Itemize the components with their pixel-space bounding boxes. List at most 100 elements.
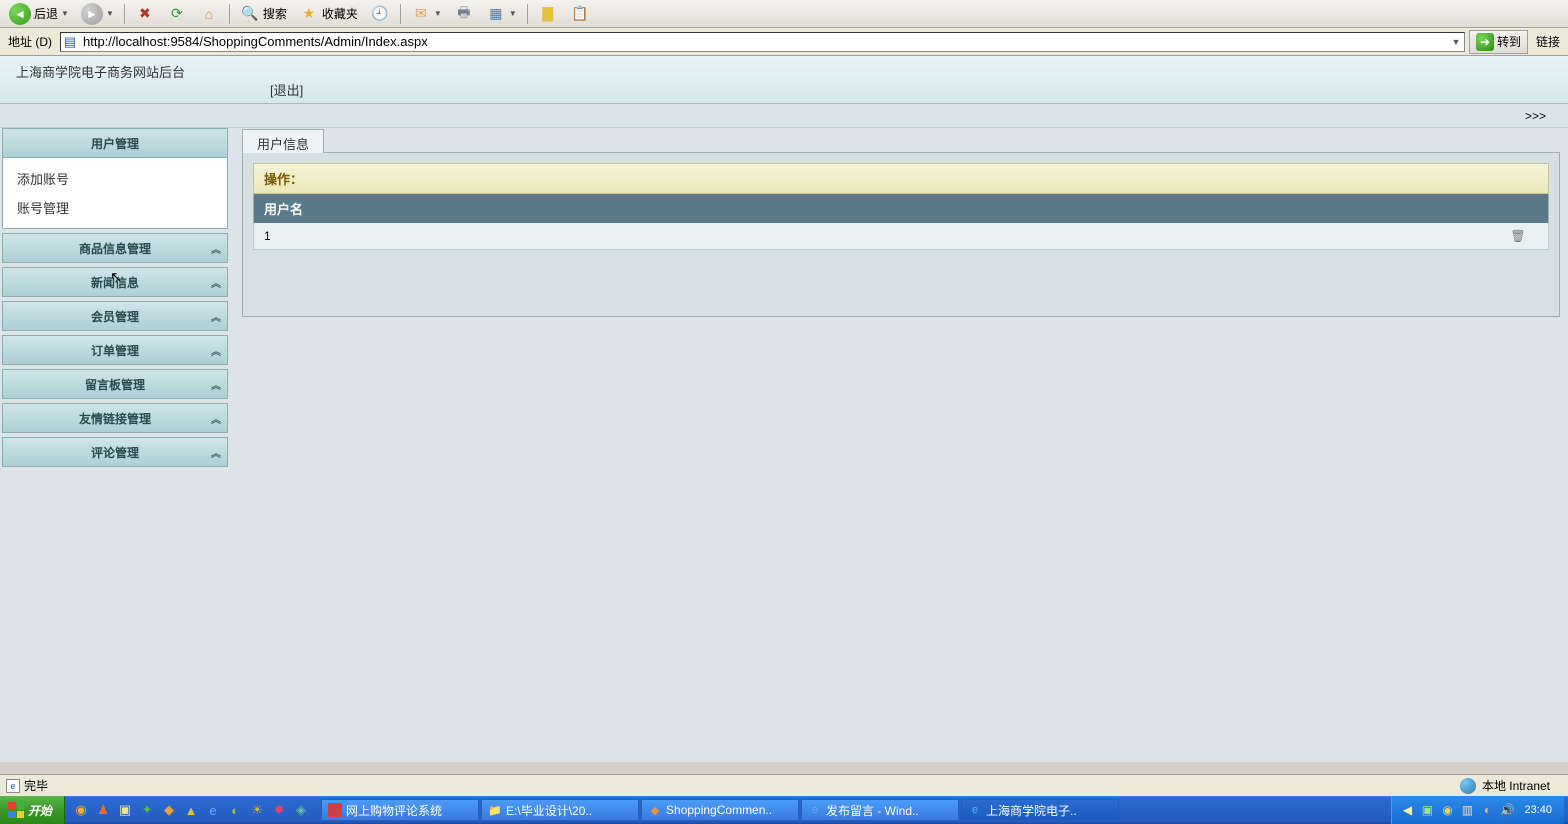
sidebar-section-news[interactable]: 新闻信息 ︽ xyxy=(2,267,228,297)
stop-button[interactable]: ✖ xyxy=(130,2,160,26)
section-title: 商品信息管理 xyxy=(79,240,151,257)
stop-icon: ✖ xyxy=(135,4,155,24)
start-label: 开始 xyxy=(28,802,52,819)
logout-link[interactable]: [退出] xyxy=(270,80,303,99)
back-button[interactable]: ◄ 后退 ▼ xyxy=(4,1,74,27)
task-label: E:\毕业设计\20.. xyxy=(506,802,592,819)
sidebar-section-product-mgmt[interactable]: 商品信息管理 ︽ xyxy=(2,233,228,263)
task-item[interactable]: e发布留言 - Wind.. xyxy=(801,799,959,821)
breadcrumb-bar: >>> xyxy=(0,104,1568,128)
section-title: 会员管理 xyxy=(91,308,139,325)
go-label: 转到 xyxy=(1497,33,1521,50)
address-label: 地址 (D) xyxy=(4,33,56,50)
page-icon: e xyxy=(6,779,20,793)
separator xyxy=(229,4,230,24)
ql-icon-9[interactable]: ☀ xyxy=(249,802,265,818)
tray-icon[interactable]: ◉ xyxy=(1440,803,1454,817)
research-button[interactable]: 📋 xyxy=(565,2,595,26)
sidebar: 用户管理 添加账号 账号管理 商品信息管理 ︽ 新闻信息 ︽ 会员管理 ︽ 订单… xyxy=(0,128,230,762)
section-title: 评论管理 xyxy=(91,444,139,461)
start-button[interactable]: 开始 xyxy=(0,796,65,824)
sidebar-section-member-mgmt[interactable]: 会员管理 ︽ xyxy=(2,301,228,331)
history-button[interactable]: 🕘 xyxy=(365,2,395,26)
task-item[interactable]: 网上购物评论系统 xyxy=(321,799,479,821)
sidebar-section-user-mgmt[interactable]: 用户管理 xyxy=(2,128,228,158)
search-button[interactable]: 🔍 搜索 xyxy=(235,2,292,26)
ql-icon-7[interactable]: e xyxy=(205,802,221,818)
edit-button[interactable]: ▦▼ xyxy=(481,2,522,26)
refresh-icon: ⟳ xyxy=(167,4,187,24)
go-button[interactable]: ➔ 转到 xyxy=(1469,30,1528,54)
ql-icon-8[interactable]: ◐ xyxy=(227,802,243,818)
home-icon: ⌂ xyxy=(199,4,219,24)
sidebar-section-guestbook-mgmt[interactable]: 留言板管理 ︽ xyxy=(2,369,228,399)
menu-item-add-account[interactable]: 添加账号 xyxy=(13,164,217,193)
tray-icon[interactable]: ◐ xyxy=(1480,803,1494,817)
data-grid: 1 🗑 xyxy=(253,223,1549,250)
ql-icon-6[interactable]: ▲ xyxy=(183,802,199,818)
task-label: 网上购物评论系统 xyxy=(346,802,442,819)
ql-icon-2[interactable]: ♟ xyxy=(95,802,111,818)
app-icon: ◆ xyxy=(648,803,662,817)
separator xyxy=(124,4,125,24)
address-dropdown-icon[interactable]: ▼ xyxy=(1448,37,1464,47)
refresh-button[interactable]: ⟳ xyxy=(162,2,192,26)
breadcrumb: >>> xyxy=(1328,109,1554,123)
tab-user-info[interactable]: 用户信息 xyxy=(242,129,324,153)
table-row: 1 🗑 xyxy=(254,223,1548,249)
forward-button[interactable]: ► ▼ xyxy=(76,1,119,27)
task-item[interactable]: ◆ ShoppingCommen.. xyxy=(641,799,799,821)
delete-button[interactable]: 🗑 xyxy=(1498,229,1538,243)
ql-icon-1[interactable]: ◉ xyxy=(73,802,89,818)
tray-icon[interactable]: ▥ xyxy=(1460,803,1474,817)
task-label: ShoppingCommen.. xyxy=(666,803,772,817)
print-button[interactable]: 🖶 xyxy=(449,2,479,26)
address-input[interactable] xyxy=(79,34,1448,49)
home-button[interactable]: ⌂ xyxy=(194,2,224,26)
ql-icon-5[interactable]: ◆ xyxy=(161,802,177,818)
ie-icon: e xyxy=(808,803,822,817)
status-left: e 完毕 xyxy=(6,777,48,794)
section-title: 留言板管理 xyxy=(85,376,145,393)
print-icon: 🖶 xyxy=(454,4,474,24)
separator xyxy=(527,4,528,24)
menu-item-account-mgmt[interactable]: 账号管理 xyxy=(13,193,217,222)
tray-icon[interactable]: ◀ xyxy=(1400,803,1414,817)
sidebar-section-links-mgmt[interactable]: 友情链接管理 ︽ xyxy=(2,403,228,433)
edit-icon: ▦ xyxy=(486,4,506,24)
ie-icon: e xyxy=(968,803,982,817)
volume-icon[interactable]: 🔊 xyxy=(1500,803,1514,817)
sidebar-section-comment-mgmt[interactable]: 评论管理 ︽ xyxy=(2,437,228,467)
app-icon xyxy=(328,803,342,817)
address-input-wrapper: ▤ ▼ xyxy=(60,32,1465,52)
note-button[interactable]: ▇ xyxy=(533,2,563,26)
clock[interactable]: 23:40 xyxy=(1520,804,1556,816)
status-text: 完毕 xyxy=(24,777,48,794)
sidebar-section-order-mgmt[interactable]: 订单管理 ︽ xyxy=(2,335,228,365)
ql-icon-3[interactable]: ▣ xyxy=(117,802,133,818)
zone-text: 本地 Intranet xyxy=(1482,777,1550,794)
ql-icon-10[interactable]: ✸ xyxy=(271,802,287,818)
task-item[interactable]: e上海商学院电子.. xyxy=(961,799,1119,821)
links-label: 链接 xyxy=(1532,33,1564,50)
history-icon: 🕘 xyxy=(370,4,390,24)
mail-button[interactable]: ✉▼ xyxy=(406,2,447,26)
taskbar: 开始 ◉ ♟ ▣ ✦ ◆ ▲ e ◐ ☀ ✸ ◈ 网上购物评论系统 📁E:\毕业… xyxy=(0,796,1568,824)
chevron-down-icon: ▼ xyxy=(61,9,69,18)
ql-icon-4[interactable]: ✦ xyxy=(139,802,155,818)
section-title: 新闻信息 xyxy=(91,274,139,291)
sidebar-section-body: 添加账号 账号管理 xyxy=(2,158,228,229)
forward-arrow-icon: ► xyxy=(81,3,103,25)
tray-icon[interactable]: ▣ xyxy=(1420,803,1434,817)
grid-header-username: 用户名 xyxy=(253,194,1549,223)
main-area: 用户管理 添加账号 账号管理 商品信息管理 ︽ 新闻信息 ︽ 会员管理 ︽ 订单… xyxy=(0,128,1568,762)
go-arrow-icon: ➔ xyxy=(1476,33,1494,51)
ql-icon-11[interactable]: ◈ xyxy=(293,802,309,818)
favorites-button[interactable]: ★ 收藏夹 xyxy=(294,2,363,26)
cell-username: 1 xyxy=(264,229,1498,243)
back-arrow-icon: ◄ xyxy=(9,3,31,25)
page-header: 上海商学院电子商务网站后台 [退出] xyxy=(0,56,1568,104)
tab-strip: 用户信息 xyxy=(242,128,1560,152)
chevron-down-icon: ▼ xyxy=(509,9,517,18)
task-item[interactable]: 📁E:\毕业设计\20.. xyxy=(481,799,639,821)
